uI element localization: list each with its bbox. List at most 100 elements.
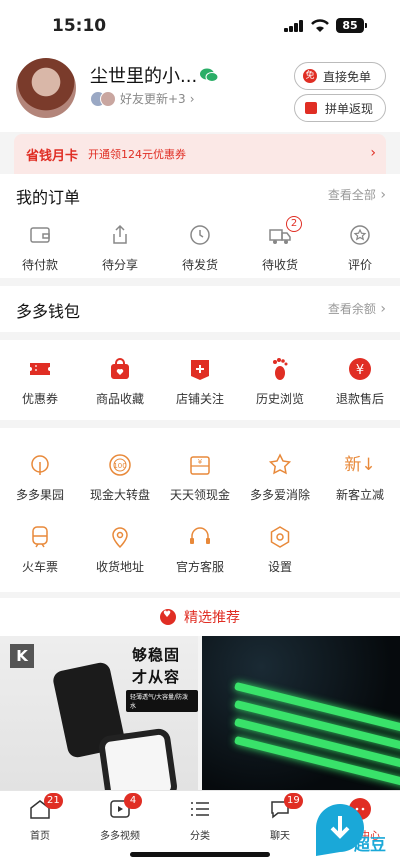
order-pending-payment[interactable]: 待付款 [0, 222, 80, 273]
clock-icon [190, 225, 210, 245]
cash-wheel-entry[interactable]: 100 现金大转盘 [80, 452, 160, 503]
quick-item-label: 退款售后 [335, 392, 384, 406]
order-pending-shipment[interactable]: 待发货 [160, 222, 240, 273]
review-icon [350, 225, 370, 245]
service-label: 新客立减 [335, 488, 384, 502]
footprint-icon [273, 358, 288, 380]
services-card: 多多果园 100 现金大转盘 ¥ 天天领现金 多多爱消除 新↓ 新客立减 火车票… [0, 428, 400, 592]
wheel-icon: 100 [109, 454, 131, 476]
wallet-title: 多多钱包 [16, 302, 81, 321]
battery-icon: 85 [336, 18, 367, 33]
chevron-right-icon: › [370, 145, 376, 161]
service-label: 多多爱消除 [249, 488, 310, 502]
signal-icon [284, 20, 304, 32]
order-item-label: 待付款 [21, 258, 58, 272]
red-packet-icon [305, 102, 317, 114]
friends-update-label: 好友更新+3 [120, 92, 186, 106]
coupon-entry[interactable]: 优惠券 [0, 356, 80, 407]
avatar[interactable] [16, 58, 76, 118]
home-indicator [130, 852, 270, 857]
tab-label: 多多视频 [100, 831, 140, 842]
svg-text:¥: ¥ [356, 363, 364, 378]
match-game-entry[interactable]: 多多爱消除 [240, 452, 320, 503]
status-time: 15:10 [52, 16, 107, 36]
product-card[interactable] [202, 636, 400, 790]
tree-icon [31, 455, 49, 475]
tab-badge: 4 [124, 793, 142, 809]
service-label: 设置 [267, 560, 292, 574]
daily-cash-entry[interactable]: ¥ 天天领现金 [160, 452, 240, 503]
product-card[interactable]: K 够稳固 才从容 轻薄透气/大容量/防泼水 [0, 636, 198, 790]
tab-video[interactable]: 4 多多视频 [80, 793, 160, 842]
quick-item-label: 历史浏览 [255, 392, 304, 406]
tab-badge: 21 [44, 793, 63, 809]
tab-label: 首页 [30, 831, 50, 842]
pending-receipt-badge: 2 [286, 216, 302, 232]
service-label: 天天领现金 [169, 488, 230, 502]
order-item-label: 评价 [347, 258, 372, 272]
history-entry[interactable]: 历史浏览 [240, 356, 320, 407]
quick-access-card: 优惠券 商品收藏 店铺关注 历史浏览 ¥ 退款售后 [0, 340, 400, 420]
banner-subtitle: 开通领124元优惠券 [88, 148, 187, 161]
orders-title: 我的订单 [16, 188, 81, 207]
star-game-icon [268, 453, 292, 475]
chevron-right-icon: › [189, 91, 195, 106]
settings-entry[interactable]: 设置 [240, 524, 320, 575]
brand-logo: K [10, 644, 34, 668]
tab-category[interactable]: 分类 [160, 797, 240, 842]
refund-entry[interactable]: ¥ 退款售后 [320, 356, 400, 407]
group-cashback-button[interactable]: 拼单返现 [294, 94, 386, 122]
wallet-view-balance[interactable]: 查看余额 [328, 300, 386, 317]
refund-icon: ¥ [349, 358, 371, 380]
free-badge-icon: 免 [303, 69, 317, 83]
new-customer-entry[interactable]: 新↓ 新客立减 [320, 452, 400, 503]
address-entry[interactable]: 收货地址 [80, 524, 160, 575]
status-bar: 15:10 85 [0, 0, 400, 52]
service-label: 多多果园 [15, 488, 64, 502]
banner-title: 省钱月卡 [26, 148, 79, 164]
svg-text:¥: ¥ [198, 458, 203, 466]
recommend-header: 精选推荐 [0, 598, 400, 636]
watermark-text: 超豆 [353, 835, 386, 854]
headset-icon [190, 527, 210, 544]
slogan-line: 够稳固 [132, 646, 181, 664]
free-order-label: 直接免单 [323, 69, 372, 84]
favorites-entry[interactable]: 商品收藏 [80, 356, 160, 407]
tab-label: 聊天 [270, 831, 290, 842]
order-pending-receipt[interactable]: 2 待收货 [240, 216, 320, 273]
train-ticket-entry[interactable]: 火车票 [0, 524, 80, 575]
cash-icon: ¥ [190, 456, 210, 475]
orchard-entry[interactable]: 多多果园 [0, 452, 80, 503]
free-order-button[interactable]: 免 直接免单 [294, 62, 386, 90]
wallet-card[interactable]: 多多钱包 查看余额 [0, 286, 400, 332]
profile-header: 尘世里的小... 好友更新+3 › 免 直接免单 拼单返现 [0, 52, 400, 132]
service-label: 官方客服 [175, 560, 224, 574]
tab-badge: 19 [284, 793, 303, 809]
new-customer-icon: 新↓ [344, 455, 376, 475]
tab-home[interactable]: 21 首页 [0, 793, 80, 842]
orders-card: 我的订单 查看全部 待付款 待分享 待发货 2 待收货 评价 [0, 174, 400, 278]
username[interactable]: 尘世里的小... [90, 62, 197, 88]
order-pending-share[interactable]: 待分享 [80, 222, 160, 273]
customer-service-entry[interactable]: 官方客服 [160, 524, 240, 575]
order-review[interactable]: 评价 [320, 222, 400, 273]
orders-view-all[interactable]: 查看全部 [328, 186, 386, 203]
svg-text:100: 100 [113, 462, 126, 470]
tab-label: 分类 [190, 831, 210, 842]
service-label: 收货地址 [95, 560, 144, 574]
watermark-logo: 超豆 [316, 804, 386, 856]
store-follow-entry[interactable]: 店铺关注 [160, 356, 240, 407]
quick-item-label: 店铺关注 [175, 392, 224, 406]
friends-update[interactable]: 好友更新+3 › [90, 90, 195, 107]
settings-icon [270, 526, 290, 548]
category-icon [191, 802, 209, 816]
wechat-icon [200, 68, 218, 82]
quick-item-label: 优惠券 [21, 392, 58, 406]
tab-chat[interactable]: 19 聊天 [240, 793, 320, 842]
slogan-line: 才从容 [132, 668, 181, 686]
service-label: 现金大转盘 [89, 488, 150, 502]
product-image [97, 727, 179, 790]
savings-card-banner[interactable]: 省钱月卡 开通领124元优惠券 › [14, 134, 386, 174]
quick-item-label: 商品收藏 [95, 392, 144, 406]
product-tag: 轻薄透气/大容量/防泼水 [126, 690, 198, 712]
